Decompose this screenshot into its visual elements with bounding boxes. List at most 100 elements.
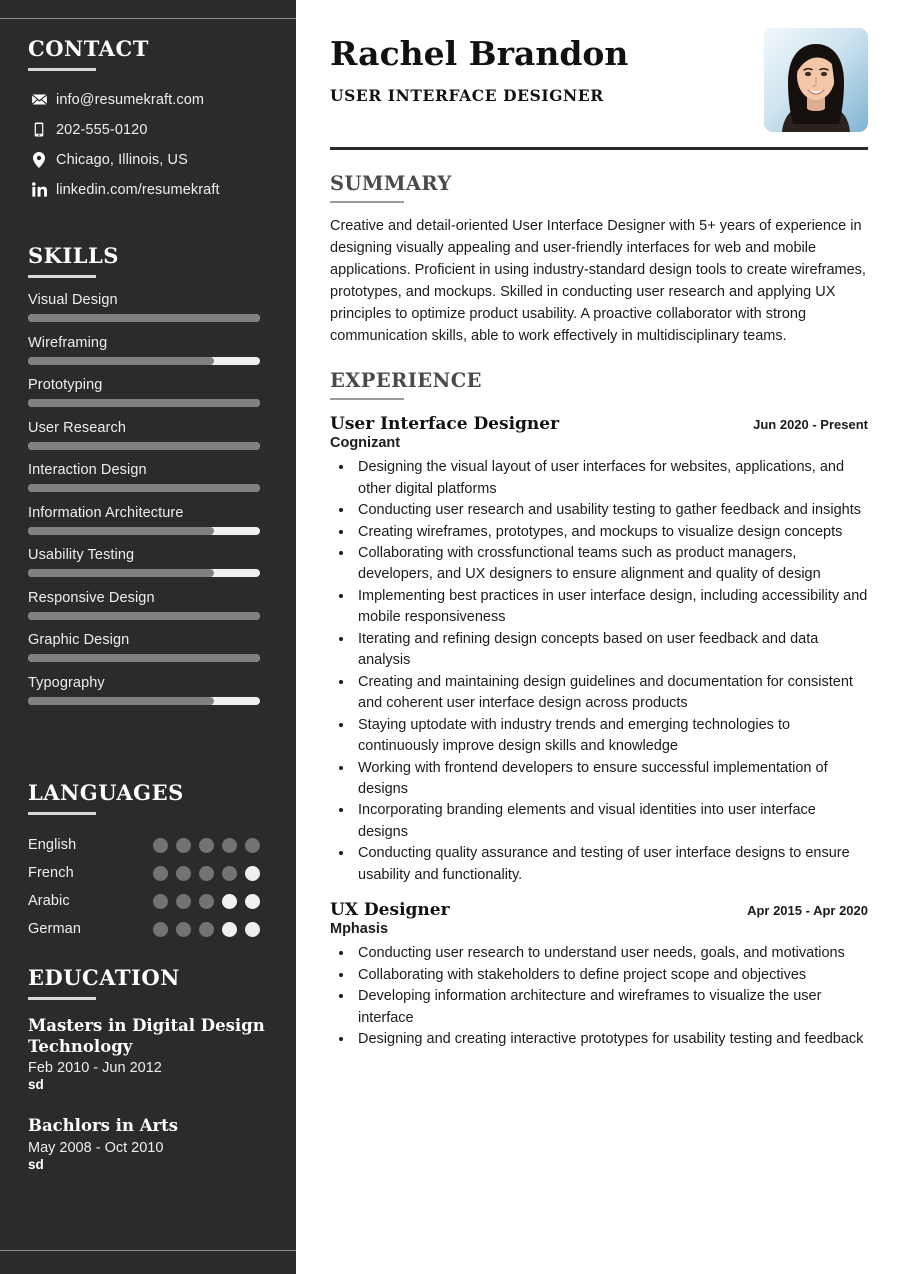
skill-progress-fill bbox=[28, 356, 214, 365]
skill-progress-fill bbox=[28, 441, 260, 450]
skill-progress-bar bbox=[28, 569, 260, 577]
language-item: English bbox=[28, 831, 268, 859]
language-label: English bbox=[28, 837, 77, 853]
experience-heading: EXPERIENCE bbox=[330, 369, 482, 393]
skill-label: Typography bbox=[28, 674, 105, 691]
list-item: Collaborating with stakeholders to defin… bbox=[354, 965, 868, 986]
sidebar-top-divider bbox=[0, 18, 296, 19]
skill-label: Usability Testing bbox=[28, 547, 135, 563]
main-content: Rachel Brandon USER INTERFACE DESIGNER S… bbox=[296, 0, 900, 1274]
rating-dot-empty bbox=[222, 893, 237, 909]
skill-item: Prototyping bbox=[28, 377, 268, 407]
skill-progress-bar bbox=[28, 526, 260, 535]
job-title: UX Designer bbox=[330, 900, 450, 921]
jobs-list: User Interface Designer Jun 2020 - Presen… bbox=[330, 414, 868, 1050]
page-title: Rachel Brandon bbox=[330, 34, 629, 73]
rating-dot-filled bbox=[153, 893, 168, 909]
job-date-range: Apr 2015 - Apr 2020 bbox=[747, 903, 868, 919]
skill-item: Typography bbox=[28, 675, 268, 705]
job-date-range: Jun 2020 - Present bbox=[753, 417, 868, 433]
skills-section: SKILLS Visual Design Wireframing Prototypi… bbox=[0, 243, 296, 717]
skills-list: Visual Design Wireframing Prototyping User … bbox=[28, 292, 268, 705]
list-item: Implementing best practices in user inte… bbox=[354, 586, 868, 629]
list-item: Collaborating with crossfunctional teams… bbox=[354, 543, 868, 586]
rating-dot-filled bbox=[176, 893, 191, 909]
skill-item: User Research bbox=[28, 420, 268, 450]
summary-text: Creative and detail-oriented User Interf… bbox=[330, 218, 866, 345]
education-dates: May 2008 - Oct 2010 bbox=[28, 1139, 164, 1156]
education-school: sd bbox=[28, 1156, 44, 1172]
rating-dot-filled bbox=[199, 865, 214, 881]
skill-label: Wireframing bbox=[28, 334, 108, 351]
list-item: Incorporating branding elements and visu… bbox=[354, 800, 868, 843]
experience-heading-rule bbox=[330, 398, 404, 401]
skill-label: Responsive Design bbox=[28, 589, 155, 606]
skill-progress-bar bbox=[28, 314, 260, 322]
contact-section: CONTACT info@resumekraft.com 202-555-012… bbox=[0, 36, 296, 209]
language-rating-dots bbox=[153, 893, 268, 909]
skill-progress-bar bbox=[28, 611, 260, 620]
rating-dot-filled bbox=[176, 837, 191, 853]
skill-label: Information Architecture bbox=[28, 504, 184, 521]
summary-heading: SUMMARY bbox=[330, 172, 452, 195]
skills-heading: SKILLS bbox=[28, 243, 119, 268]
header-text: Rachel Brandon USER INTERFACE DESIGNER bbox=[330, 28, 628, 105]
job-company: Mphasis bbox=[330, 921, 389, 938]
language-label: German bbox=[28, 921, 81, 937]
experience-item: UX Designer Apr 2015 - Apr 2020 Mphasis Con… bbox=[330, 900, 868, 1050]
contact-item-linkedin[interactable]: linkedin.com/resumekraft bbox=[28, 179, 268, 200]
language-rating-dots bbox=[153, 865, 268, 881]
skill-progress-fill bbox=[28, 569, 214, 577]
contact-linkedin-text: linkedin.com/resumekraft bbox=[56, 181, 220, 198]
rating-dot-empty bbox=[245, 921, 260, 937]
portrait-photo-icon bbox=[764, 28, 868, 132]
list-item: Creating wireframes, prototypes, and moc… bbox=[354, 522, 868, 543]
skill-progress-fill bbox=[28, 484, 260, 492]
resume-header: Rachel Brandon USER INTERFACE DESIGNER bbox=[330, 28, 868, 132]
sidebar: CONTACT info@resumekraft.com 202-555-012… bbox=[0, 0, 296, 1274]
skill-item: Graphic Design bbox=[28, 632, 268, 662]
list-item: Conducting user research to understand u… bbox=[354, 943, 868, 964]
header-divider bbox=[330, 147, 868, 150]
skill-progress-bar bbox=[28, 696, 260, 705]
education-list: Masters in Digital Design Technology Feb … bbox=[28, 1016, 268, 1172]
skills-heading-rule bbox=[28, 275, 96, 278]
list-item: Developing information architecture and … bbox=[354, 986, 868, 1029]
contact-item-phone[interactable]: 202-555-0120 bbox=[28, 119, 268, 140]
professional-title: USER INTERFACE DESIGNER bbox=[330, 86, 604, 106]
education-school: sd bbox=[28, 1077, 44, 1093]
skill-progress-bar bbox=[28, 356, 260, 365]
languages-section: LANGUAGES English French Arabic German bbox=[0, 780, 296, 943]
envelope-icon bbox=[28, 94, 50, 105]
contact-item-email[interactable]: info@resumekraft.com bbox=[28, 89, 268, 110]
contact-location-text: Chicago, Illinois, US bbox=[56, 151, 188, 168]
education-degree: Bachlors in Arts bbox=[28, 1116, 179, 1136]
contact-email-text: info@resumekraft.com bbox=[56, 91, 205, 108]
rating-dot-filled bbox=[176, 865, 191, 881]
skill-item: Interaction Design bbox=[28, 462, 268, 492]
rating-dot-filled bbox=[176, 921, 191, 937]
rating-dot-filled bbox=[153, 837, 168, 853]
skill-item: Responsive Design bbox=[28, 590, 268, 620]
skill-label: Prototyping bbox=[28, 377, 103, 393]
contact-item-location[interactable]: Chicago, Illinois, US bbox=[28, 149, 268, 170]
mobile-phone-icon bbox=[28, 122, 50, 137]
skill-item: Information Architecture bbox=[28, 505, 268, 535]
resume-page: CONTACT info@resumekraft.com 202-555-012… bbox=[0, 0, 900, 1274]
skill-progress-fill bbox=[28, 399, 260, 407]
language-rating-dots bbox=[153, 837, 268, 853]
linkedin-icon bbox=[28, 182, 50, 197]
contact-heading: CONTACT bbox=[28, 36, 149, 61]
skill-label: User Research bbox=[28, 419, 126, 436]
contact-list: info@resumekraft.com 202-555-0120 Chicag… bbox=[28, 89, 268, 200]
rating-dot-filled bbox=[199, 921, 214, 937]
job-responsibility-list: Conducting user research to understand u… bbox=[330, 943, 868, 1050]
language-label: French bbox=[28, 865, 74, 881]
sidebar-bottom-divider bbox=[0, 1250, 296, 1251]
skill-progress-fill bbox=[28, 314, 260, 322]
list-item: Conducting quality assurance and testing… bbox=[354, 843, 868, 886]
languages-heading-rule bbox=[28, 812, 96, 815]
list-item: Conducting user research and usability t… bbox=[354, 500, 868, 521]
skill-progress-fill bbox=[28, 654, 260, 662]
summary-section: SUMMARY Creative and detail-oriented Use… bbox=[330, 172, 868, 347]
